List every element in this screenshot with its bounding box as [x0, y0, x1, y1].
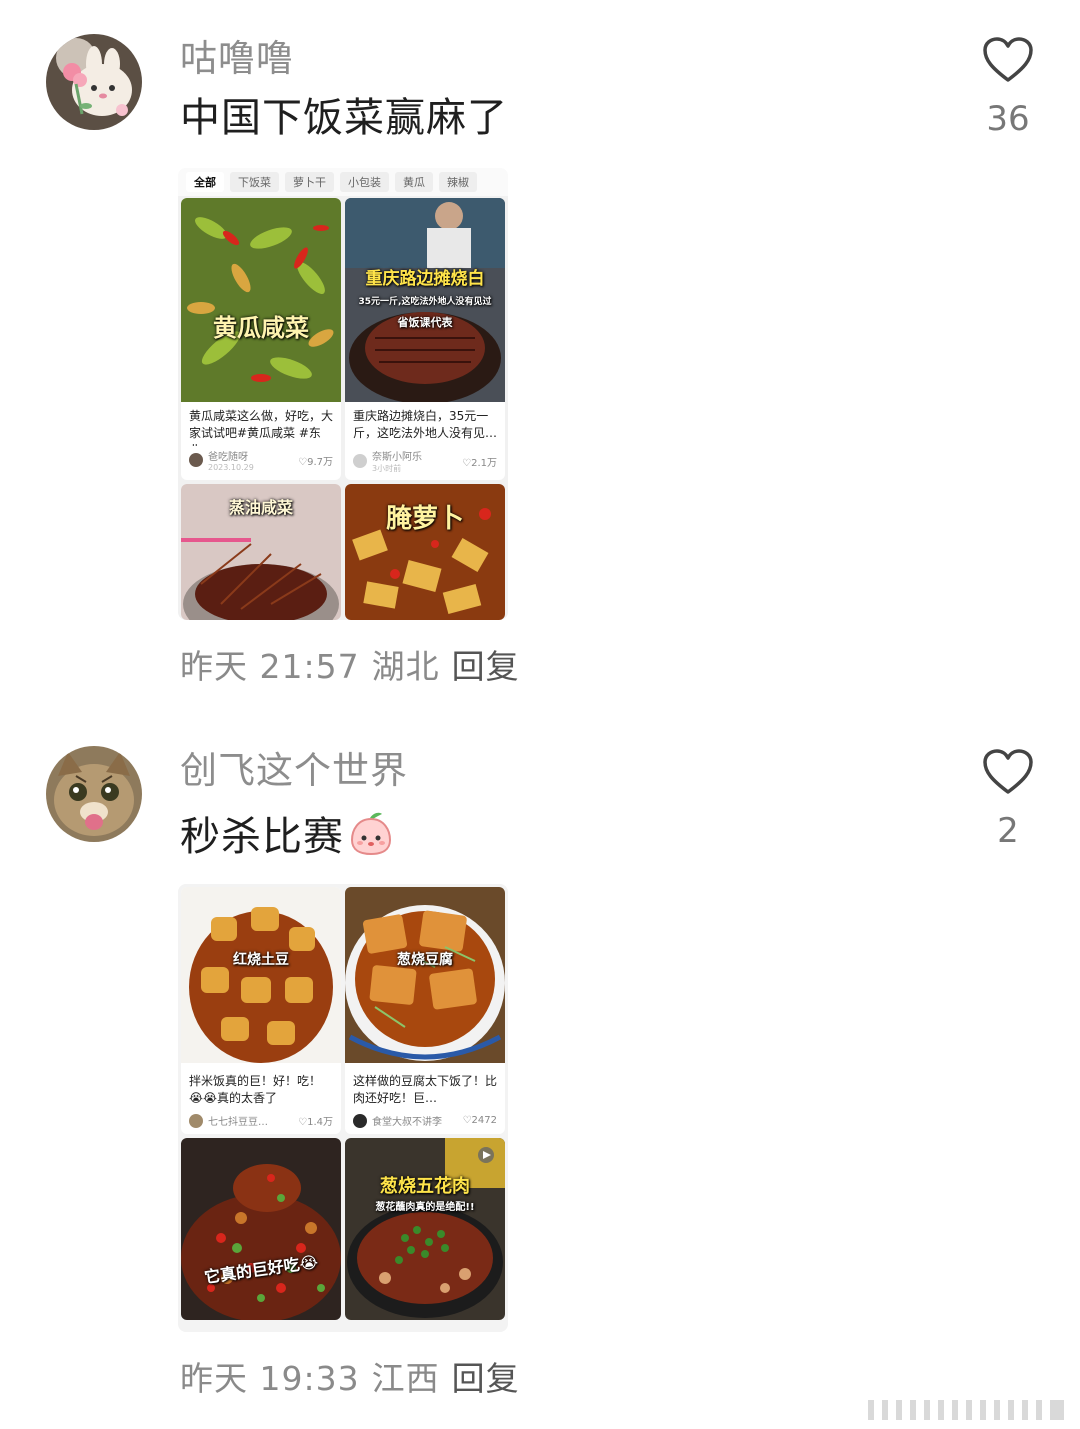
card-author: 奈斯小阿乐 3小时前	[372, 452, 422, 473]
mini-avatar	[353, 454, 367, 468]
card-likes: ♡2.1万	[462, 457, 497, 469]
comment-meta: 昨天 19:33 江西 回复	[180, 1362, 532, 1395]
avatar-bunny-flower-image	[46, 34, 142, 130]
card-image: 葱烧五花肉 葱花蘸肉真的是绝配!!	[345, 1138, 505, 1320]
peach-emoji-icon	[348, 810, 394, 863]
card-likes: ♡9.7万	[298, 456, 333, 468]
card-image: 重庆路边摊烧白 35元一斤,这吃法外地人没有见过 省饭课代表	[345, 198, 505, 402]
comment-text: 中国下饭菜赢麻了	[180, 95, 508, 141]
comment-text: 秒杀比赛	[180, 810, 394, 863]
card-author: 食堂大叔不讲李	[372, 1117, 442, 1128]
scallion-tofu-image	[345, 887, 505, 1063]
card-desc: 这样做的豆腐太下饭了！比肉还好吃！巨…	[353, 1074, 498, 1105]
heart-icon[interactable]	[968, 36, 1048, 84]
card-image-subtitle: 葱花蘸肉真的是绝配!!	[375, 1202, 475, 1213]
card-likes: ♡2472	[462, 1115, 497, 1126]
user-avatar[interactable]	[46, 34, 142, 130]
comment-image[interactable]: 全部 下饭菜 萝卜干 小包装 黄瓜 辣椒 黄瓜咸菜 黄瓜咸菜这么做，好吃，大家试…	[178, 168, 508, 620]
mini-avatar	[353, 1113, 367, 1128]
card-image-title: 重庆路边摊烧白	[365, 269, 485, 289]
mini-avatar	[189, 1113, 203, 1128]
card-image: 红烧土豆	[181, 887, 341, 1063]
card-image: 蒸油咸菜	[181, 484, 341, 620]
reply-button[interactable]: 回复	[452, 1359, 520, 1398]
like-count: 36	[986, 99, 1030, 139]
pickled-cucumber-image	[181, 198, 341, 402]
filter-chip: 全部	[186, 172, 224, 192]
comment-location: 江西	[371, 1359, 440, 1398]
recipe-card: 它真的巨好吃😭	[181, 1138, 341, 1320]
card-image: 葱烧豆腐	[345, 887, 505, 1063]
recipe-card: 重庆路边摊烧白 35元一斤,这吃法外地人没有见过 省饭课代表 重庆路边摊烧白，3…	[345, 198, 505, 480]
card-image-title: 葱烧五花肉	[380, 1176, 470, 1197]
card-image: 它真的巨好吃😭	[181, 1138, 341, 1320]
filter-chip: 黄瓜	[395, 172, 433, 192]
filter-chip: 辣椒	[439, 172, 477, 192]
avatar-cat-image	[46, 746, 142, 842]
watermark-bars	[868, 1396, 1068, 1424]
recipe-card: 葱烧五花肉 葱花蘸肉真的是绝配!!	[345, 1138, 505, 1320]
recipe-card: 黄瓜咸菜 黄瓜咸菜这么做，好吃，大家试试吧#黄瓜咸菜 #东北… 爸吃随呀2023…	[181, 198, 341, 480]
comment-image[interactable]: 红烧土豆 拌米饭真的巨！好！吃！😭😭真的太香了 七七抖豆豆… ♡1.4万 葱烧豆…	[178, 884, 508, 1332]
heart-icon[interactable]	[968, 748, 1048, 796]
filter-chip: 下饭菜	[230, 172, 279, 192]
spicy-chicken-image	[181, 1138, 341, 1320]
scallion-pork-belly-image	[345, 1138, 505, 1320]
card-image-title: 葱烧豆腐	[397, 952, 453, 968]
recipe-card: 葱烧豆腐 这样做的豆腐太下饭了！比肉还好吃！巨… 食堂大叔不讲李 ♡2472	[345, 887, 505, 1134]
card-desc: 黄瓜咸菜这么做，好吃，大家试试吧#黄瓜咸菜 #东北…	[189, 409, 334, 446]
username[interactable]: 创飞这个世界	[180, 752, 408, 789]
comment-time: 昨天 21:57	[180, 647, 360, 686]
mini-avatar	[189, 453, 203, 467]
card-desc: 拌米饭真的巨！好！吃！😭😭真的太香了	[189, 1074, 322, 1105]
reply-button[interactable]: 回复	[452, 647, 520, 686]
card-image: 黄瓜咸菜	[181, 198, 341, 402]
card-image-subtitle: 35元一斤,这吃法外地人没有见过	[358, 297, 492, 307]
card-image-title: 红烧土豆	[233, 952, 289, 968]
card-image-tag: 省饭课代表	[397, 316, 453, 329]
user-avatar[interactable]	[46, 746, 142, 842]
username[interactable]: 咕噜噜	[180, 40, 294, 77]
recipe-card: 红烧土豆 拌米饭真的巨！好！吃！😭😭真的太香了 七七抖豆豆… ♡1.4万	[181, 887, 341, 1134]
comment-location: 湖北	[371, 647, 440, 686]
filter-chip: 小包装	[340, 172, 389, 192]
like-count: 2	[997, 811, 1019, 851]
card-image-title: 蒸油咸菜	[228, 498, 293, 517]
comment-meta: 昨天 21:57 湖北 回复	[180, 650, 532, 683]
card-author: 七七抖豆豆…	[208, 1117, 268, 1128]
card-image-title: 黄瓜咸菜	[213, 314, 309, 342]
card-image: 腌萝卜	[345, 484, 505, 620]
card-image-title: 腌萝卜	[385, 504, 464, 534]
braised-potato-image	[181, 887, 341, 1063]
card-author: 爸吃随呀 2023.10.29	[208, 452, 254, 472]
filter-bar: 全部 下饭菜 萝卜干 小包装 黄瓜 辣椒	[178, 168, 508, 196]
card-desc: 重庆路边摊烧白，35元一斤，这吃法外地人没有见…	[353, 409, 498, 440]
recipe-card: 腌萝卜	[345, 484, 505, 620]
recipe-card: 蒸油咸菜	[181, 484, 341, 620]
like-button[interactable]: 36	[968, 36, 1048, 136]
card-likes: ♡1.4万	[298, 1117, 333, 1128]
filter-chip: 萝卜干	[285, 172, 334, 192]
like-button[interactable]: 2	[968, 748, 1048, 848]
comment-time: 昨天 19:33	[180, 1359, 360, 1398]
